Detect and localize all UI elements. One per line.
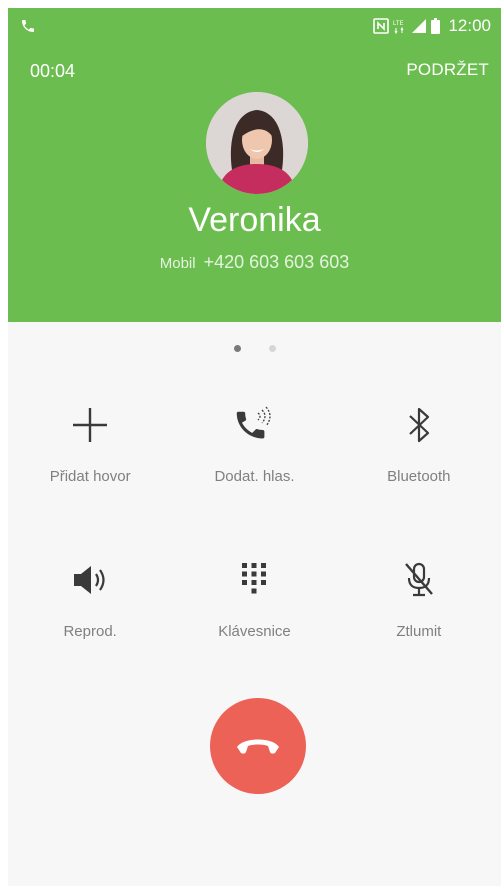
contact-number-row: Mobil +420 603 603 603 [8,252,501,273]
add-call-button[interactable]: Přidat hovor [8,403,172,558]
nfc-icon [373,18,390,34]
call-actions: Přidat hovor Dodat. hlas. Bluetooth Repr… [8,403,501,713]
signal-icon [411,18,427,34]
action-row: Přidat hovor Dodat. hlas. Bluetooth [8,403,501,558]
status-icons: LTE 12:00 [373,16,491,36]
contact-avatar [206,92,308,194]
call-timer: 00:04 [30,61,76,81]
contact-number: +420 603 603 603 [203,252,350,272]
action-label: Dodat. hlas. [214,468,295,485]
action-label: Ztlumit [396,623,442,640]
speaker-button[interactable]: Reprod. [8,558,172,713]
battery-icon [431,18,441,34]
contact-name: Veronika [188,201,321,239]
page-dot-active [233,345,241,352]
keypad-icon [232,558,276,602]
hold-button[interactable]: PODRŽET [406,60,489,80]
extra-volume-icon [232,403,276,447]
speaker-icon [68,558,112,602]
page-indicator [8,345,501,352]
action-label: Bluetooth [387,468,451,485]
mute-button[interactable]: Ztlumit [337,558,501,713]
call-screen: LTE 12:00 00:04 PODRŽET Veronika Mobil +… [8,8,501,886]
action-label: Reprod. [63,623,117,640]
keypad-button[interactable]: Klávesnice [172,558,336,713]
phone-icon [20,18,36,34]
plus-icon [68,403,112,447]
call-header: LTE 12:00 00:04 PODRŽET Veronika Mobil +… [8,8,501,322]
page-dot [268,345,276,352]
lte-label: LTE [393,21,404,27]
status-time: 12:00 [448,16,491,35]
end-call-button[interactable] [210,698,306,794]
status-bar: LTE 12:00 [8,8,501,44]
end-call-icon [235,733,281,760]
action-label: Klávesnice [218,623,291,640]
bluetooth-icon [397,403,441,447]
bluetooth-button[interactable]: Bluetooth [337,403,501,558]
extra-volume-button[interactable]: Dodat. hlas. [172,403,336,558]
lte-icon: LTE [393,18,407,34]
mute-icon [397,558,441,602]
number-type: Mobil [159,255,196,272]
action-label: Přidat hovor [49,468,131,485]
action-row: Reprod. Klávesnice Ztlumit [8,558,501,713]
